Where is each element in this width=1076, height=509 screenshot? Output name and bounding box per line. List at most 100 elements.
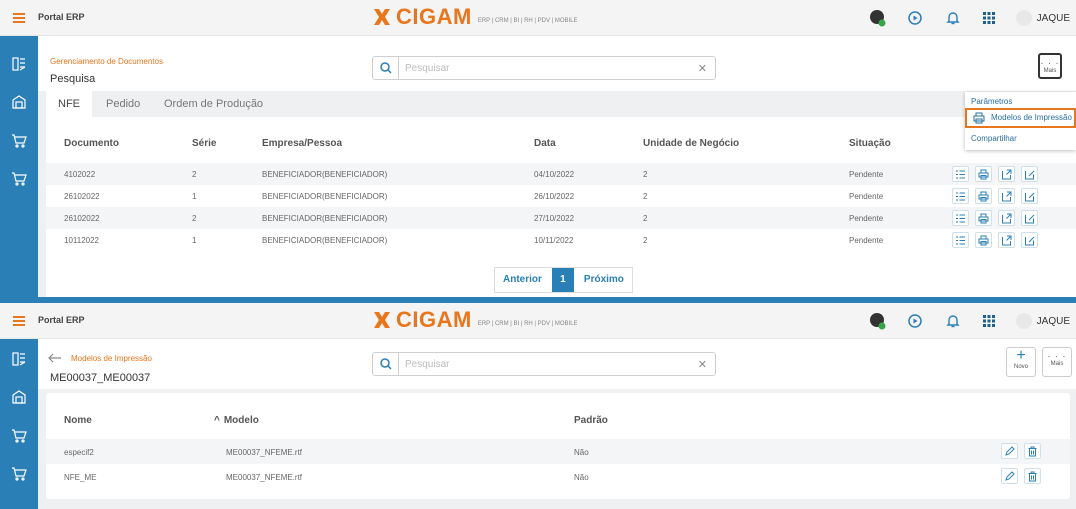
cart-icon[interactable] xyxy=(11,427,27,443)
clear-icon[interactable]: ✕ xyxy=(698,62,707,75)
top-bar: Portal ERP CIGAM ERP | CRM | BI | RH | P… xyxy=(0,303,1076,339)
apps-grid-icon[interactable] xyxy=(980,312,998,330)
list-icon[interactable] xyxy=(952,232,969,248)
logo-text: CIGAM xyxy=(396,307,472,332)
tab-nfe[interactable]: NFE xyxy=(46,91,92,117)
cart-icon[interactable] xyxy=(11,465,27,481)
warehouse-icon[interactable] xyxy=(11,389,27,405)
more-dots-icon: · · · xyxy=(1040,58,1060,68)
col-situacao[interactable]: Situação xyxy=(849,138,891,149)
edit-doc-icon[interactable] xyxy=(1021,210,1038,226)
edit-pencil-icon[interactable] xyxy=(1001,468,1018,484)
user-menu[interactable]: JAQUE xyxy=(1015,313,1070,329)
col-empresa[interactable]: Empresa/Pessoa xyxy=(262,138,342,149)
hamburger-menu-icon[interactable] xyxy=(13,13,25,23)
cigam-mark-icon xyxy=(374,9,390,25)
table-row[interactable]: NFE_ME ME00037_NFEME.rtf Não xyxy=(46,464,1070,489)
content-area: NFE Pedido Ordem de Produção Documento S… xyxy=(38,91,1076,297)
more-label: Mais xyxy=(1043,68,1057,74)
search-icon[interactable] xyxy=(373,57,399,79)
table-row[interactable]: 26102022 1 BENEFICIADOR(BENEFICIADOR) 26/10… xyxy=(46,185,1076,207)
printer-icon[interactable] xyxy=(975,210,992,226)
table-cell: 26/10/2022 xyxy=(534,192,575,201)
back-arrow-icon[interactable] xyxy=(48,353,62,363)
col-data[interactable]: Data xyxy=(534,138,556,149)
play-circle-icon[interactable] xyxy=(906,312,924,330)
menu-item-label: Modelos de Impressão xyxy=(991,113,1072,122)
chat-bubble-icon[interactable] xyxy=(868,312,886,330)
list-icon[interactable] xyxy=(952,188,969,204)
search-input[interactable]: Pesquisar ✕ xyxy=(372,56,716,80)
export-icon[interactable] xyxy=(998,166,1015,182)
export-icon[interactable] xyxy=(998,210,1015,226)
col-nome[interactable]: Nome xyxy=(64,415,92,426)
table-row[interactable]: 26102022 2 BENEFICIADOR(BENEFICIADOR) 27/10… xyxy=(46,207,1076,229)
cart-icon[interactable] xyxy=(11,170,27,186)
more-button[interactable]: · · · Mais xyxy=(1038,53,1062,79)
warehouse-icon[interactable] xyxy=(11,94,27,110)
breadcrumb[interactable]: Gerenciamento de Documentos xyxy=(50,57,163,66)
user-menu[interactable]: JAQUE xyxy=(1015,10,1070,26)
edit-doc-icon[interactable] xyxy=(1021,188,1038,204)
report-icon[interactable] xyxy=(11,351,27,367)
table-cell: 4102022 xyxy=(64,170,96,179)
more-button[interactable]: · · · Mais xyxy=(1042,347,1072,377)
play-circle-icon[interactable] xyxy=(906,9,924,27)
table-cell: 27/10/2022 xyxy=(534,214,575,223)
screen-documents: Portal ERP CIGAM ERP | CRM | BI | RH | P… xyxy=(0,0,1076,297)
main-content: Gerenciamento de Documentos Pesquisa Pes… xyxy=(38,36,1076,297)
col-unidade[interactable]: Unidade de Negócio xyxy=(643,138,739,149)
table-row[interactable]: 4102022 2 BENEFICIADOR(BENEFICIADOR) 04/10/… xyxy=(46,163,1076,185)
col-modelo-label: Modelo xyxy=(223,415,259,426)
table-cell: Pendente xyxy=(849,192,884,201)
prev-page-button[interactable]: Anterior xyxy=(495,268,550,292)
col-modelo-sort[interactable]: ^ Modelo xyxy=(214,415,259,426)
breadcrumb[interactable]: Modelos de Impressão xyxy=(71,354,152,363)
printer-icon[interactable] xyxy=(975,188,992,204)
edit-pencil-icon[interactable] xyxy=(1001,443,1018,459)
row-actions xyxy=(952,210,1038,226)
bell-icon[interactable] xyxy=(944,312,962,330)
menu-item-parametros[interactable]: Parâmetros xyxy=(971,97,1012,106)
list-icon[interactable] xyxy=(952,210,969,226)
search-icon[interactable] xyxy=(373,353,399,375)
trash-icon[interactable] xyxy=(1024,468,1041,484)
avatar-icon xyxy=(1015,10,1032,26)
export-icon[interactable] xyxy=(998,232,1015,248)
menu-item-modelos-impressao[interactable]: Modelos de Impressão xyxy=(965,108,1076,128)
export-icon[interactable] xyxy=(998,188,1015,204)
documents-card: NFE Pedido Ordem de Produção Documento S… xyxy=(46,91,1076,297)
col-documento[interactable]: Documento xyxy=(64,138,119,149)
apps-grid-icon[interactable] xyxy=(980,9,998,27)
col-serie[interactable]: Série xyxy=(192,138,216,149)
col-padrao[interactable]: Padrão xyxy=(574,415,608,426)
main-content: Modelos de Impressão ME00037_ME00037 Pes… xyxy=(38,339,1076,509)
menu-item-compartilhar[interactable]: Compartilhar xyxy=(971,134,1017,143)
printer-icon[interactable] xyxy=(975,232,992,248)
chat-bubble-icon[interactable] xyxy=(868,9,886,27)
edit-doc-icon[interactable] xyxy=(1021,166,1038,182)
report-icon[interactable] xyxy=(11,56,27,72)
trash-icon[interactable] xyxy=(1024,443,1041,459)
row-actions xyxy=(952,188,1038,204)
current-page[interactable]: 1 xyxy=(551,268,574,292)
edit-doc-icon[interactable] xyxy=(1021,232,1038,248)
new-button[interactable]: + Novo xyxy=(1006,347,1036,377)
table-cell: 10/11/2022 xyxy=(534,236,574,245)
printer-icon[interactable] xyxy=(975,166,992,182)
table-cell: Não xyxy=(574,448,589,457)
table-row[interactable]: 10112022 1 BENEFICIADOR(BENEFICIADOR) 10/11… xyxy=(46,229,1076,251)
search-input[interactable]: Pesquisar ✕ xyxy=(372,352,716,376)
table-cell: 10112022 xyxy=(64,236,99,245)
hamburger-menu-icon[interactable] xyxy=(13,316,25,326)
clear-icon[interactable]: ✕ xyxy=(698,358,707,371)
cart-icon[interactable] xyxy=(11,132,27,148)
table-cell: 2 xyxy=(643,236,648,245)
tab-pedido[interactable]: Pedido xyxy=(106,91,140,117)
next-page-button[interactable]: Próximo xyxy=(576,268,632,292)
table-row[interactable]: especif2 ME00037_NFEME.rtf Não xyxy=(46,439,1070,464)
bell-icon[interactable] xyxy=(944,9,962,27)
table-cell: BENEFICIADOR(BENEFICIADOR) xyxy=(262,170,388,179)
list-icon[interactable] xyxy=(952,166,969,182)
tab-ordem-producao[interactable]: Ordem de Produção xyxy=(164,91,263,117)
